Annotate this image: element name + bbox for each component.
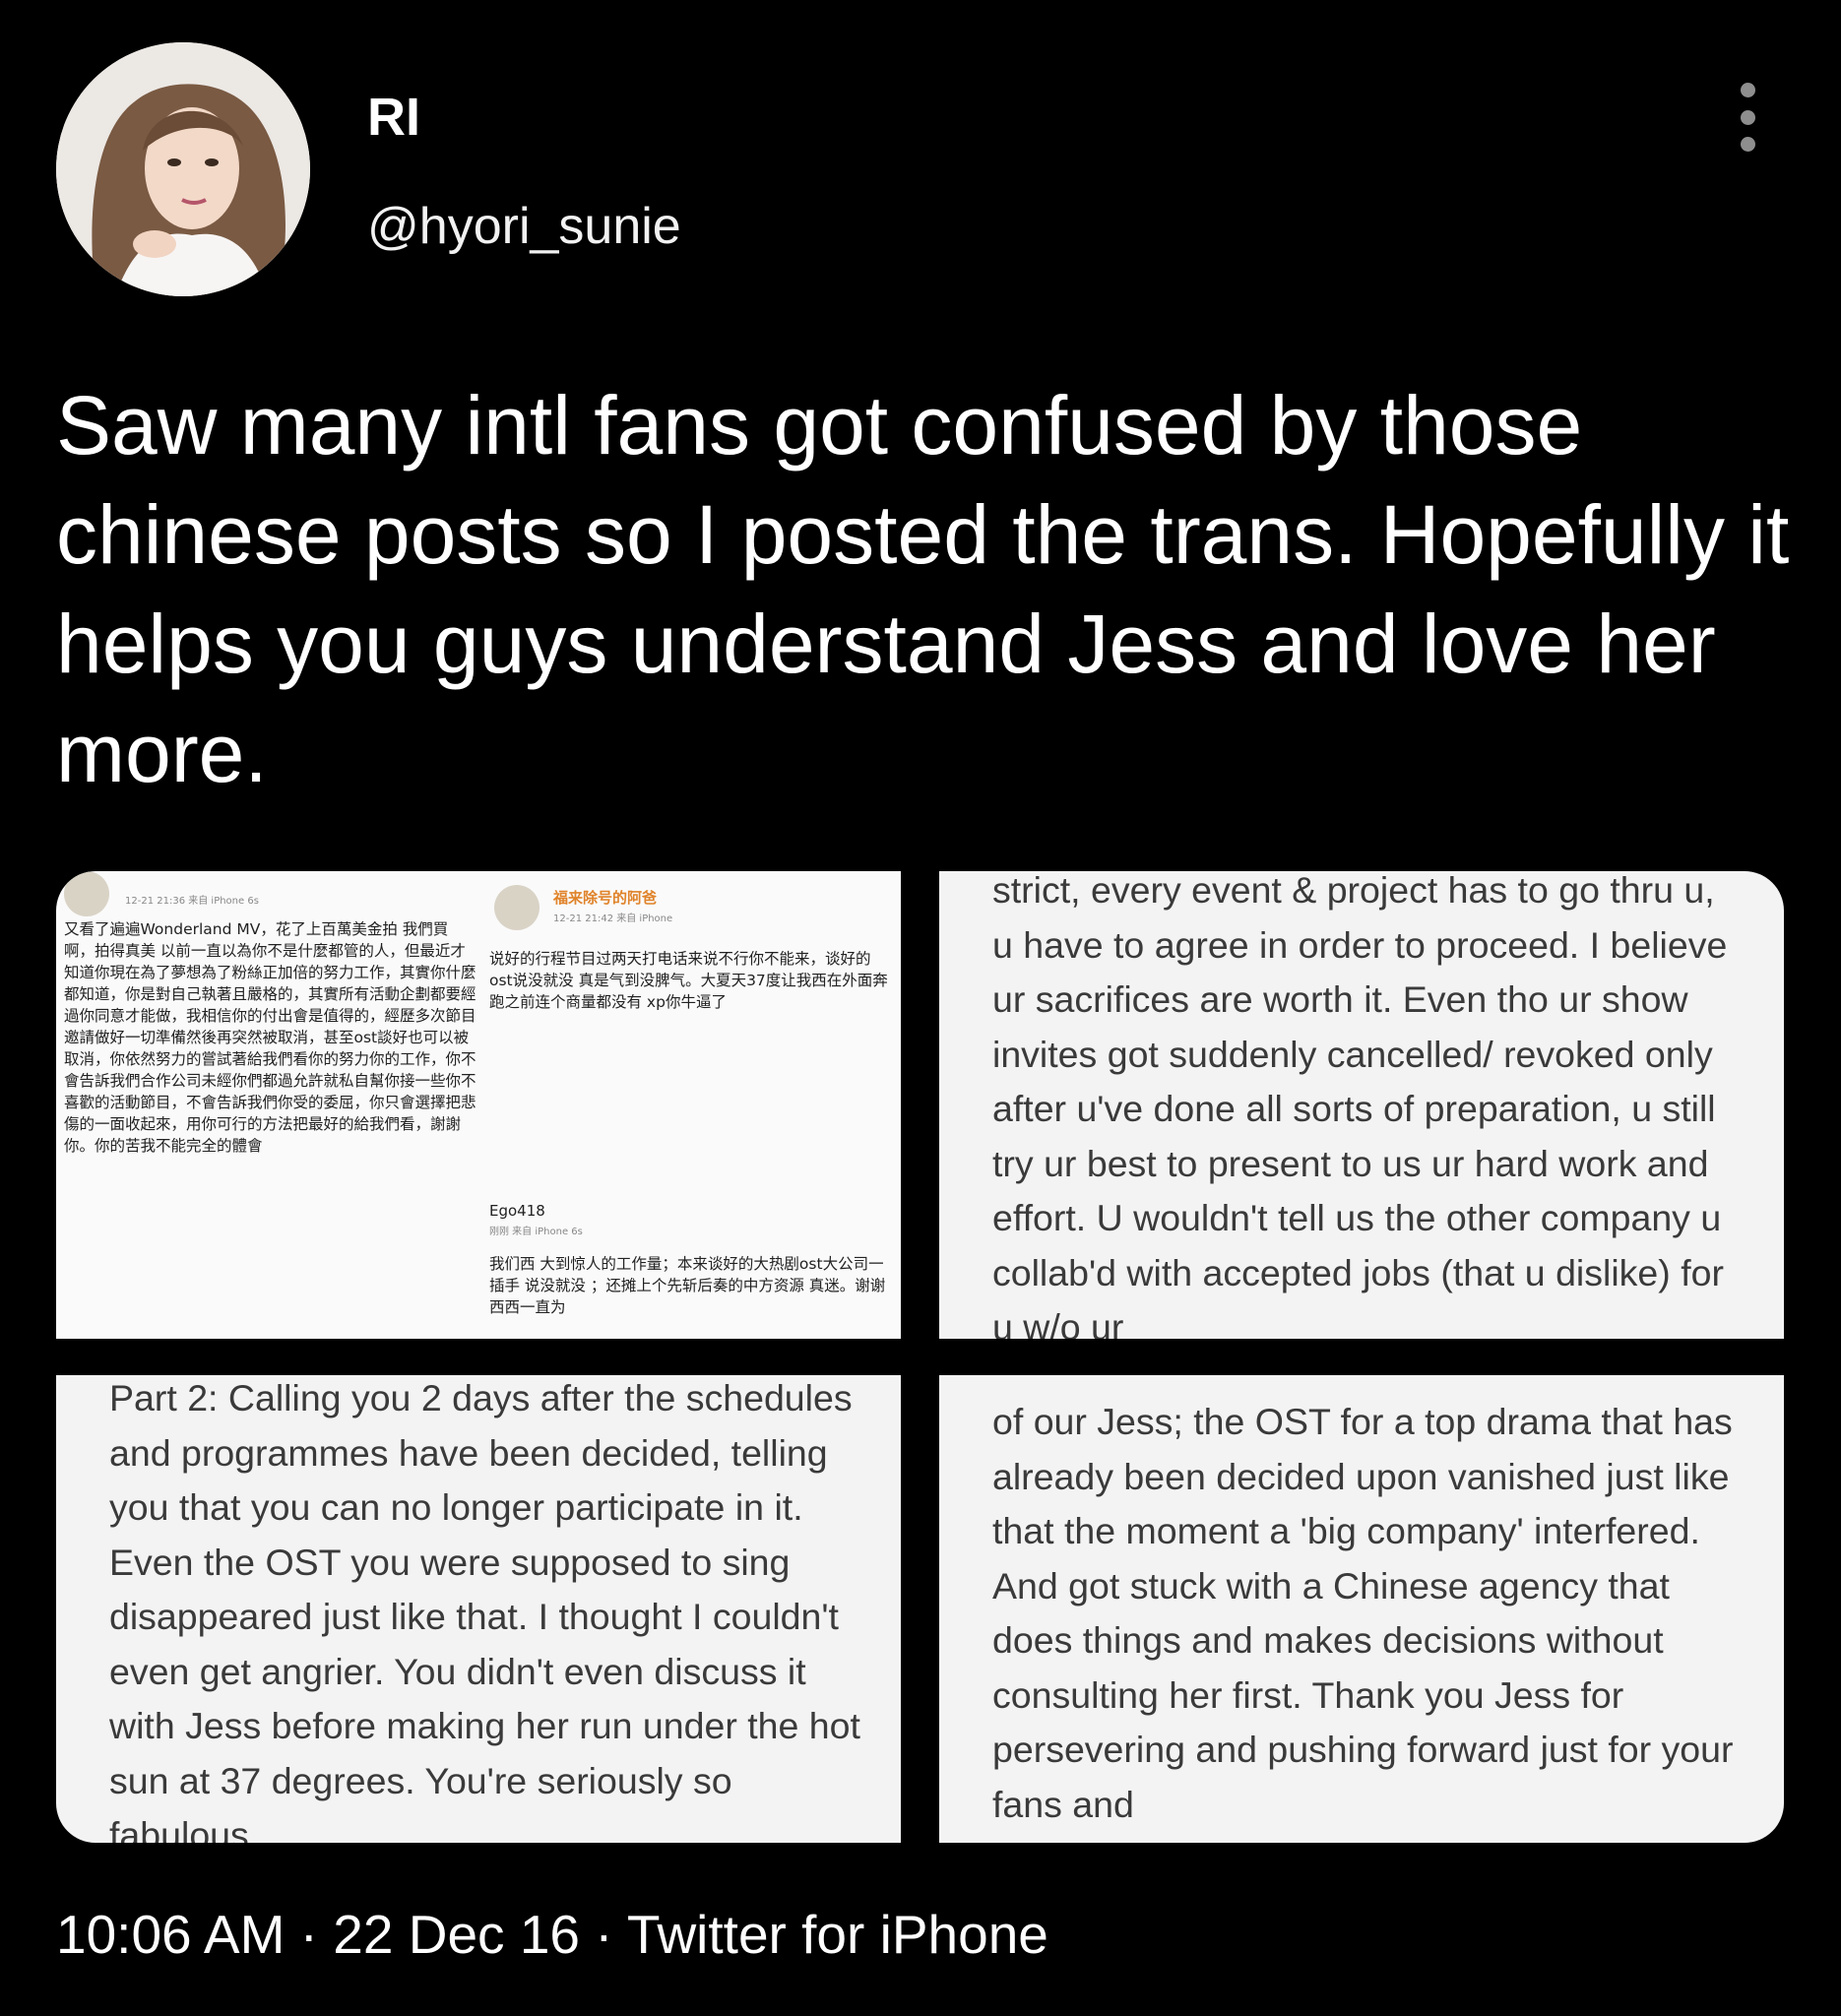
tweet-time[interactable]: 10:06 AM: [56, 1904, 285, 1965]
author-avatar[interactable]: [56, 42, 310, 296]
user-handle[interactable]: @hyori_sunie: [367, 197, 681, 256]
post-author: Ego418: [489, 1202, 545, 1220]
media-image-chinese-posts[interactable]: 12-21 21:36 来自 iPhone 6s 又看了遍遍Wonderland…: [56, 871, 901, 1339]
translation-text: Part 2: Calling you 2 days after the sch…: [109, 1377, 860, 1843]
translation-text: strict, every event & project has to go …: [992, 871, 1728, 1339]
media-image-translation-1[interactable]: strict, every event & project has to go …: [939, 871, 1784, 1339]
tweet-date[interactable]: 22 Dec 16: [333, 1904, 580, 1965]
post-text: 又看了遍遍Wonderland MV，花了上百萬美金拍 我們買啊，拍得真美 以前…: [64, 920, 476, 1155]
display-name[interactable]: RI: [367, 87, 420, 148]
translation-text: of our Jess; the OST for a top drama tha…: [992, 1401, 1734, 1825]
post-text: 我们西 大到惊人的工作量；本来谈好的大热剧ost大公司一插手 说没就没 ；还摊上…: [489, 1255, 886, 1316]
post-meta: 12-21 21:42 来自 iPhone: [553, 914, 673, 924]
tweet-source[interactable]: Twitter for iPhone: [627, 1904, 1048, 1965]
overflow-menu-icon[interactable]: [1733, 83, 1762, 152]
media-image-translation-3[interactable]: of our Jess; the OST for a top drama tha…: [939, 1375, 1784, 1843]
post-avatar: [64, 871, 109, 916]
post-text: 说好的行程节目过两天打电话来说不行你不能来，谈好的ost说没就没 真是气到没脾气…: [489, 950, 888, 1011]
post-author: 福来除号的阿爸: [553, 889, 658, 907]
tweet-footer: 10:06 AM · 22 Dec 16 · Twitter for iPhon…: [56, 1903, 1048, 1966]
post-meta: 12-21 21:36 来自 iPhone 6s: [125, 896, 259, 907]
post-meta: 刚刚 来自 iPhone 6s: [489, 1227, 583, 1237]
media-grid[interactable]: 12-21 21:36 来自 iPhone 6s 又看了遍遍Wonderland…: [56, 871, 1784, 1843]
separator: ·: [285, 1904, 334, 1965]
media-image-translation-2[interactable]: Part 2: Calling you 2 days after the sch…: [56, 1375, 901, 1843]
post-avatar: [494, 885, 540, 930]
separator: ·: [580, 1904, 627, 1965]
tweet-text: Saw many intl fans got confused by those…: [56, 379, 1790, 799]
